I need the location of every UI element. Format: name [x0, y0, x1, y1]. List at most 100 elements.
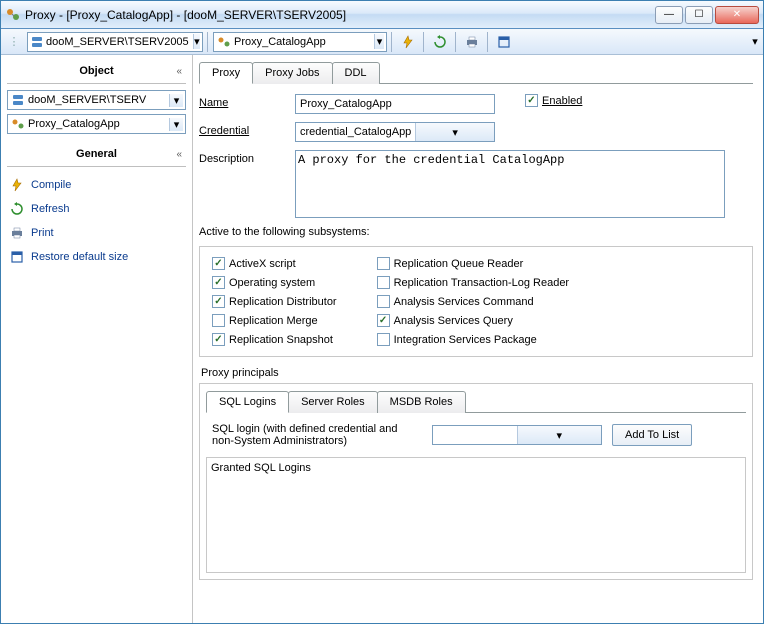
subsystem-label: Replication Snapshot — [229, 334, 333, 346]
name-input[interactable] — [295, 94, 495, 114]
tab-proxy-jobs[interactable]: Proxy Jobs — [252, 62, 332, 84]
subsystem-checkbox[interactable] — [377, 276, 390, 289]
subsystem-label: Integration Services Package — [394, 334, 537, 346]
subsystem-label: Replication Queue Reader — [394, 258, 524, 270]
server-icon — [10, 92, 26, 108]
sidebar-link-label: Compile — [31, 179, 71, 191]
subsystem-row: Analysis Services Query — [377, 314, 570, 327]
proxy-icon — [216, 34, 232, 50]
subsystem-label: Analysis Services Query — [394, 315, 513, 327]
refresh-icon — [9, 201, 25, 217]
object-proxy-combo[interactable]: Proxy_CatalogApp ▾ — [7, 114, 186, 134]
sidebar-link-print[interactable]: Print — [7, 221, 186, 245]
minimize-button[interactable]: — — [655, 6, 683, 24]
subsystem-checkbox[interactable] — [212, 276, 225, 289]
print-icon — [9, 225, 25, 241]
print-icon — [464, 34, 480, 50]
subsystem-row: Analysis Services Command — [377, 295, 570, 308]
enabled-checkbox[interactable] — [525, 94, 538, 107]
tab-ddl[interactable]: DDL — [332, 62, 380, 84]
sidebar-link-restore-size[interactable]: Restore default size — [7, 245, 186, 269]
main-panel: Proxy Proxy Jobs DDL Name Enabled Creden… — [193, 55, 763, 623]
general-panel-header[interactable]: General « — [7, 144, 186, 167]
subsystem-checkbox[interactable] — [212, 314, 225, 327]
subsystem-row: Operating system — [212, 276, 337, 289]
granted-logins-list[interactable]: Granted SQL Logins — [206, 457, 746, 573]
principals-tabs: SQL Logins Server Roles MSDB Roles — [206, 390, 746, 413]
subsystem-row: Replication Transaction-Log Reader — [377, 276, 570, 289]
subsystem-label: Replication Distributor — [229, 296, 337, 308]
lightning-icon — [9, 177, 25, 193]
server-selector[interactable]: dooM_SERVER\TSERV2005 ▾ — [27, 32, 203, 52]
print-button[interactable] — [461, 32, 483, 52]
subsystem-row: Replication Snapshot — [212, 333, 337, 346]
chevron-down-icon: ▾ — [752, 35, 758, 48]
subsystem-checkbox[interactable] — [377, 314, 390, 327]
sidebar-link-refresh[interactable]: Refresh — [7, 197, 186, 221]
add-to-list-button[interactable]: Add To List — [612, 424, 692, 446]
subsystem-checkbox[interactable] — [212, 295, 225, 308]
subsystem-checkbox[interactable] — [377, 333, 390, 346]
subsystem-checkbox[interactable] — [212, 333, 225, 346]
refresh-button[interactable] — [429, 32, 451, 52]
window-title: Proxy - [Proxy_CatalogApp] - [dooM_SERVE… — [25, 8, 655, 22]
object-server-text: dooM_SERVER\TSERV — [26, 94, 169, 106]
window-icon — [496, 34, 512, 50]
subsystems-group: ActiveX script Operating system Replicatio… — [199, 246, 753, 357]
subsystem-label: ActiveX script — [229, 258, 296, 270]
general-header-label: General — [76, 148, 117, 160]
sidebar-link-compile[interactable]: Compile — [7, 173, 186, 197]
sidebar-link-label: Refresh — [31, 203, 70, 215]
description-label: Description — [199, 150, 295, 165]
enabled-label: Enabled — [542, 95, 582, 107]
tab-server-roles[interactable]: Server Roles — [288, 391, 378, 413]
subsystem-row: ActiveX script — [212, 257, 337, 270]
maximize-button[interactable]: ☐ — [685, 6, 713, 24]
chevron-down-icon: ▾ — [415, 123, 494, 141]
credential-value: credential_CatalogApp — [296, 126, 415, 138]
toolbar-handle[interactable]: ⋮ — [3, 32, 25, 52]
subsystem-label: Replication Merge — [229, 315, 318, 327]
collapse-icon: « — [176, 149, 182, 160]
titlebar[interactable]: Proxy - [Proxy_CatalogApp] - [dooM_SERVE… — [1, 1, 763, 29]
object-panel-header[interactable]: Object « — [7, 61, 186, 84]
subsystem-checkbox[interactable] — [377, 295, 390, 308]
principals-group: SQL Logins Server Roles MSDB Roles SQL l… — [199, 383, 753, 580]
chevron-down-icon: ▾ — [517, 426, 602, 444]
app-window: Proxy - [Proxy_CatalogApp] - [dooM_SERVE… — [0, 0, 764, 624]
credential-combo[interactable]: credential_CatalogApp ▾ — [295, 122, 495, 142]
subsystem-checkbox[interactable] — [377, 257, 390, 270]
collapse-icon: « — [176, 66, 182, 77]
sql-login-label: SQL login (with defined credential and n… — [212, 423, 422, 447]
description-textarea[interactable] — [295, 150, 725, 218]
proxy-selector[interactable]: Proxy_CatalogApp ▾ — [213, 32, 387, 52]
app-icon — [5, 7, 21, 23]
lightning-icon — [400, 34, 416, 50]
tab-msdb-roles[interactable]: MSDB Roles — [377, 391, 466, 413]
close-button[interactable]: ✕ — [715, 6, 759, 24]
subsystem-checkbox[interactable] — [212, 257, 225, 270]
subsystem-row: Integration Services Package — [377, 333, 570, 346]
principals-header: Proxy principals — [201, 367, 753, 379]
subsystem-row: Replication Distributor — [212, 295, 337, 308]
window-icon — [9, 249, 25, 265]
tab-proxy[interactable]: Proxy — [199, 62, 253, 84]
subsystem-label: Replication Transaction-Log Reader — [394, 277, 570, 289]
restore-size-button[interactable] — [493, 32, 515, 52]
object-header-label: Object — [79, 65, 113, 77]
sql-login-combo[interactable]: ▾ — [432, 425, 602, 445]
subsystem-label: Analysis Services Command — [394, 296, 534, 308]
name-label: Name — [199, 94, 295, 109]
object-proxy-text: Proxy_CatalogApp — [26, 118, 169, 130]
refresh-icon — [432, 34, 448, 50]
object-server-combo[interactable]: dooM_SERVER\TSERV ▾ — [7, 90, 186, 110]
proxy-selector-text: Proxy_CatalogApp — [232, 36, 370, 48]
tab-sql-logins[interactable]: SQL Logins — [206, 391, 289, 413]
chevron-down-icon: ▾ — [169, 118, 183, 131]
toolbar-overflow[interactable]: ▾ — [749, 32, 761, 52]
subsystems-header: Active to the following subsystems: — [199, 226, 753, 238]
subsystem-row: Replication Queue Reader — [377, 257, 570, 270]
compile-button[interactable] — [397, 32, 419, 52]
sidebar: Object « dooM_SERVER\TSERV ▾ Proxy_Catal… — [1, 55, 193, 623]
proxy-icon — [10, 116, 26, 132]
